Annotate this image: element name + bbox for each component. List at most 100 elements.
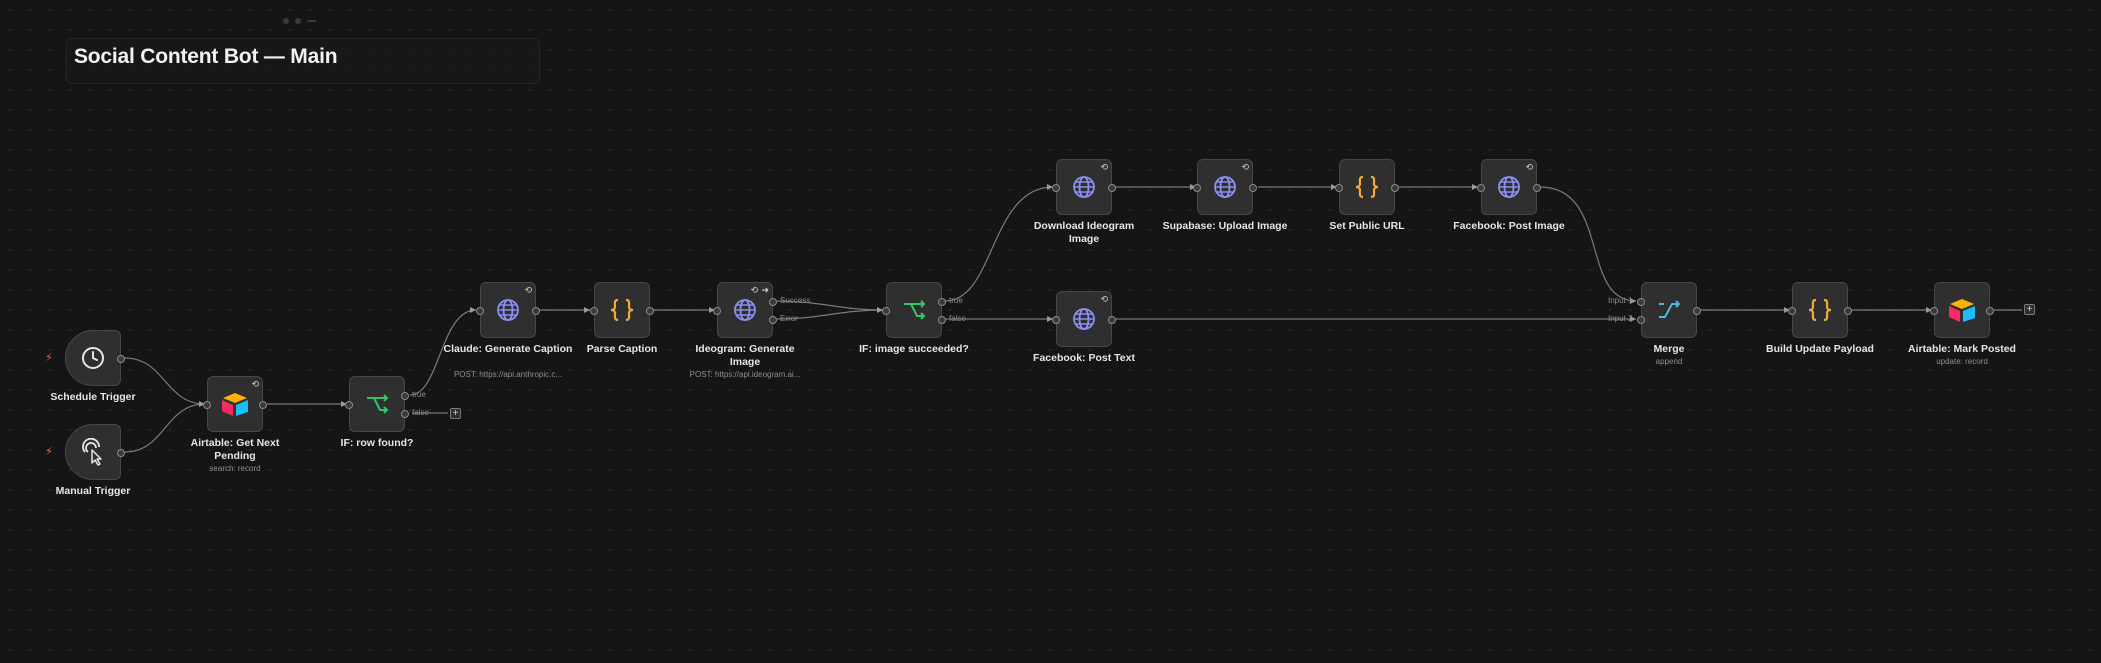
node-facebook-post-image[interactable]: ⟲ <box>1477 159 1541 215</box>
node-label: IF: row found? <box>340 437 414 449</box>
trigger-bolt-icon: ⚡ <box>45 352 53 364</box>
output-port[interactable] <box>1391 184 1399 192</box>
node-label: Build Update Payload <box>1766 343 1874 355</box>
input-port[interactable] <box>1052 316 1060 324</box>
input-port[interactable] <box>882 307 890 315</box>
input-port[interactable] <box>1193 184 1201 192</box>
node-label: Claude: Generate Caption <box>443 343 573 355</box>
output-port[interactable] <box>1533 184 1541 192</box>
output-port-true[interactable] <box>401 392 409 400</box>
output-port[interactable] <box>1693 307 1701 315</box>
code-braces-icon <box>1808 298 1832 322</box>
input-port[interactable] <box>713 307 721 315</box>
clock-icon <box>82 347 104 369</box>
output-port[interactable] <box>532 307 540 315</box>
node-label: Supabase: Upload Image <box>1162 220 1288 232</box>
refresh-icon: ⟲ <box>1525 162 1533 172</box>
node-download-ideogram-image[interactable]: ⟲ <box>1052 159 1116 215</box>
output-port-false[interactable] <box>401 410 409 418</box>
node-label: Ideogram: Generate Image <box>695 343 795 368</box>
port-label-input-1: Input 1 <box>1608 296 1633 305</box>
node-label: Download Ideogram Image <box>1033 220 1135 245</box>
refresh-icon: ⟲ <box>1241 162 1249 172</box>
input-port[interactable] <box>203 401 211 409</box>
input-port[interactable] <box>1477 184 1485 192</box>
output-port[interactable] <box>117 449 125 457</box>
node-airtable-mark-posted[interactable] <box>1930 282 1994 338</box>
refresh-icon: ⟲ <box>750 285 758 295</box>
output-port[interactable] <box>1108 184 1116 192</box>
node-facebook-post-text[interactable]: ⟲ <box>1052 291 1116 347</box>
output-port[interactable] <box>1249 184 1257 192</box>
sticky-note[interactable]: Social Content Bot — Main <box>66 38 540 84</box>
arrow-right-icon: ➜ <box>761 285 769 295</box>
refresh-icon: ⟲ <box>1100 162 1108 172</box>
output-port[interactable] <box>1108 316 1116 324</box>
node-label: Schedule Trigger <box>50 391 136 403</box>
node-subtitle: POST: https://api.anthropic.c... <box>453 370 563 379</box>
add-node-button[interactable]: + <box>450 408 461 419</box>
refresh-icon: ⟲ <box>1100 294 1108 304</box>
node-label: Airtable: Mark Posted <box>1908 343 2016 355</box>
canvas-toolbar-dots[interactable] <box>283 18 316 24</box>
node-label: Merge <box>1653 343 1685 355</box>
add-node-button[interactable]: + <box>2024 304 2035 315</box>
refresh-icon: ⟲ <box>251 379 259 389</box>
input-port[interactable] <box>1788 307 1796 315</box>
port-label-true: true <box>949 296 963 305</box>
node-build-update-payload[interactable] <box>1788 282 1852 338</box>
node-label: IF: image succeeded? <box>859 343 969 355</box>
node-set-public-url[interactable] <box>1335 159 1399 215</box>
output-port-error[interactable] <box>769 316 777 324</box>
node-label: Parse Caption <box>586 343 658 355</box>
node-subtitle: POST: https://api.ideogram.ai... <box>689 370 801 379</box>
output-port[interactable] <box>646 307 654 315</box>
node-label: Facebook: Post Image <box>1453 220 1565 232</box>
output-port-true[interactable] <box>938 298 946 306</box>
workflow-canvas[interactable]: Social Content Bot — Main ⚡ Schedule Tri… <box>0 0 2101 663</box>
output-port[interactable] <box>1844 307 1852 315</box>
node-schedule-trigger[interactable] <box>65 330 125 386</box>
if-branch-icon <box>904 300 926 320</box>
node-claude-generate-caption[interactable]: ⟲ <box>476 282 540 338</box>
port-label-success: Success <box>780 296 811 305</box>
input-port[interactable] <box>476 307 484 315</box>
node-supabase-upload-image[interactable]: ⟲ <box>1193 159 1257 215</box>
code-braces-icon <box>1355 175 1379 199</box>
globe-icon <box>1073 308 1095 330</box>
node-merge[interactable] <box>1637 282 1701 338</box>
node-if-image-succeeded[interactable] <box>882 282 946 338</box>
node-ideogram-generate-image[interactable]: ➜ ⟲ <box>713 282 777 338</box>
output-port[interactable] <box>117 355 125 363</box>
globe-icon <box>734 299 756 321</box>
node-label: Manual Trigger <box>55 485 131 497</box>
pointer-click-icon <box>82 438 102 466</box>
refresh-icon: ⟲ <box>524 285 532 295</box>
node-parse-caption[interactable] <box>590 282 654 338</box>
port-label-false: false <box>412 408 429 417</box>
output-port[interactable] <box>1986 307 1994 315</box>
trigger-bolt-icon: ⚡ <box>45 446 53 458</box>
input-port[interactable] <box>590 307 598 315</box>
input-port[interactable] <box>1930 307 1938 315</box>
node-subtitle: append <box>1655 357 1683 366</box>
node-if-row-found[interactable] <box>345 376 409 432</box>
output-port[interactable] <box>259 401 267 409</box>
input-port-1[interactable] <box>1637 298 1645 306</box>
input-port[interactable] <box>1052 184 1060 192</box>
airtable-icon <box>1949 299 1975 322</box>
node-label: Facebook: Post Text <box>1033 352 1135 364</box>
globe-icon <box>1073 176 1095 198</box>
node-label: Set Public URL <box>1329 220 1405 232</box>
input-port-2[interactable] <box>1637 316 1645 324</box>
node-manual-trigger[interactable] <box>65 424 125 480</box>
input-port[interactable] <box>1335 184 1343 192</box>
output-port-false[interactable] <box>938 316 946 324</box>
node-subtitle: search: record <box>209 464 261 473</box>
output-port-success[interactable] <box>769 298 777 306</box>
node-airtable-get-next-pending[interactable]: ⟲ <box>203 376 267 432</box>
node-subtitle: update: record <box>1936 357 1988 366</box>
globe-icon <box>1498 176 1520 198</box>
airtable-icon <box>222 393 248 416</box>
input-port[interactable] <box>345 401 353 409</box>
